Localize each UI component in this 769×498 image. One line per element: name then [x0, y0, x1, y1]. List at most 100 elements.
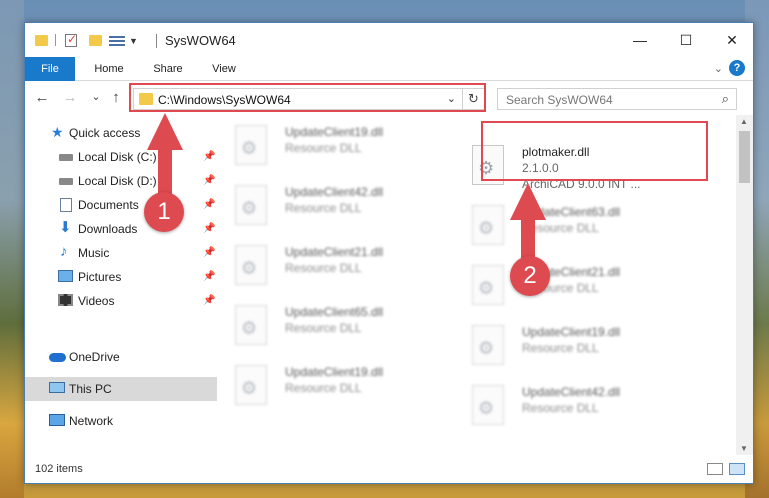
pictures-icon — [58, 270, 73, 282]
sidebar-item-label: This PC — [69, 382, 112, 396]
network-icon — [49, 414, 65, 426]
pin-icon[interactable]: 📌 — [203, 265, 215, 289]
up-button[interactable]: ↑ — [107, 89, 125, 106]
navigation-pane: ★ Quick access Local Disk (C:) 📌 Local D… — [25, 115, 217, 455]
ribbon-tabs: File Home Share View ⌄ ? — [25, 57, 753, 81]
maximize-button[interactable]: ☐ — [663, 27, 709, 53]
file-type: Resource DLL — [522, 221, 599, 235]
download-icon: ⬇ — [59, 219, 72, 236]
title-bar: ▼ SysWOW64 — ☐ ✕ — [25, 23, 753, 57]
tab-home[interactable]: Home — [83, 57, 135, 81]
dll-file-icon — [235, 365, 267, 405]
sidebar-item-quick-access[interactable]: ★ Quick access — [25, 121, 217, 145]
sidebar-item-pictures[interactable]: Pictures 📌 — [25, 265, 217, 289]
file-type: Resource DLL — [522, 341, 599, 355]
tab-view[interactable]: View — [201, 57, 247, 81]
dll-file-icon — [235, 125, 267, 165]
file-name: UpdateClient42.dll — [522, 385, 621, 399]
pin-icon[interactable]: 📌 — [203, 289, 215, 313]
file-item[interactable]: UpdateClient21.dll Resource DLL — [464, 261, 694, 311]
sidebar-item-music[interactable]: ♪ Music 📌 — [25, 241, 217, 265]
file-type: Resource DLL — [285, 201, 362, 215]
step-1-badge: 1 — [144, 192, 184, 232]
sidebar-item-onedrive[interactable]: OneDrive — [25, 345, 217, 369]
address-bar-highlight — [129, 83, 486, 112]
large-icons-view-icon[interactable] — [729, 463, 745, 475]
file-name: UpdateClient21.dll — [285, 245, 384, 259]
cloud-icon — [49, 353, 66, 362]
back-button[interactable]: ← — [33, 89, 51, 106]
file-item[interactable]: UpdateClient42.dll Resource DLL — [227, 181, 457, 231]
file-name: UpdateClient19.dll — [522, 325, 621, 339]
minimize-button[interactable]: — — [617, 27, 663, 53]
file-name: UpdateClient19.dll — [285, 365, 384, 379]
help-icon[interactable]: ? — [729, 60, 745, 76]
toolbar-separator — [55, 34, 56, 46]
file-item[interactable]: UpdateClient19.dll Resource DLL — [227, 121, 457, 171]
status-bar: 102 items — [25, 455, 753, 483]
vertical-scrollbar[interactable]: ▲ ▼ — [736, 115, 753, 455]
scroll-thumb[interactable] — [739, 131, 750, 183]
pin-icon[interactable]: 📌 — [203, 217, 215, 241]
file-item[interactable]: UpdateClient19.dll Resource DLL — [227, 361, 457, 411]
dll-file-icon — [235, 245, 267, 285]
document-icon — [60, 198, 72, 212]
customize-toolbar-icon[interactable] — [109, 34, 125, 46]
sidebar-item-network[interactable]: Network — [25, 409, 217, 433]
expand-ribbon-icon[interactable]: ⌄ — [714, 62, 723, 75]
sidebar-item-downloads[interactable]: ⬇ Downloads 📌 — [25, 217, 217, 241]
file-item[interactable]: UpdateClient19.dll Resource DLL — [464, 321, 694, 371]
file-type: Resource DLL — [522, 401, 599, 415]
quick-access-dropdown-icon[interactable]: ▼ — [129, 36, 138, 50]
file-type: Resource DLL — [285, 141, 362, 155]
sidebar-item-local-disk-c[interactable]: Local Disk (C:) 📌 — [25, 145, 217, 169]
new-folder-icon[interactable] — [89, 35, 102, 46]
forward-button[interactable]: → — [61, 89, 79, 106]
recent-locations-button[interactable]: ⌄ — [87, 90, 105, 103]
pin-icon[interactable]: 📌 — [203, 145, 215, 169]
drive-icon — [59, 178, 73, 185]
tab-share[interactable]: Share — [143, 57, 193, 81]
desktop-background-left — [0, 0, 24, 498]
pin-icon[interactable]: 📌 — [203, 169, 215, 193]
star-icon: ★ — [51, 124, 64, 140]
dll-file-icon — [472, 265, 504, 305]
sidebar-item-documents[interactable]: Documents 📌 — [25, 193, 217, 217]
dll-file-icon — [235, 305, 267, 345]
sidebar-item-videos[interactable]: Videos 📌 — [25, 289, 217, 313]
scroll-up-icon[interactable]: ▲ — [740, 117, 748, 126]
dll-file-icon — [472, 385, 504, 425]
file-item[interactable]: UpdateClient63.dll Resource DLL — [464, 201, 694, 251]
sidebar-item-label: Documents — [78, 198, 139, 212]
file-type: Resource DLL — [285, 321, 362, 335]
details-view-icon[interactable] — [707, 463, 723, 475]
title-separator — [156, 34, 157, 48]
pin-icon[interactable]: 📌 — [203, 241, 215, 265]
drive-icon — [59, 154, 73, 161]
close-button[interactable]: ✕ — [709, 27, 755, 53]
file-name: UpdateClient65.dll — [285, 305, 384, 319]
file-item[interactable]: UpdateClient21.dll Resource DLL — [227, 241, 457, 291]
file-name: UpdateClient42.dll — [285, 185, 384, 199]
sidebar-item-label: Network — [69, 414, 114, 428]
file-name: UpdateClient19.dll — [285, 125, 384, 139]
sidebar-item-label: Local Disk (D:) — [78, 174, 157, 188]
file-type: Resource DLL — [285, 381, 362, 395]
search-box[interactable]: Search SysWOW64 ⌕ — [497, 88, 737, 110]
pin-icon[interactable]: 📌 — [203, 193, 215, 217]
scroll-down-icon[interactable]: ▼ — [740, 444, 748, 453]
search-input[interactable]: Search SysWOW64 — [506, 93, 613, 107]
sidebar-item-local-disk-d[interactable]: Local Disk (D:) 📌 — [25, 169, 217, 193]
file-item[interactable]: UpdateClient65.dll Resource DLL — [227, 301, 457, 351]
window-title: SysWOW64 — [165, 33, 236, 48]
sidebar-item-label: Quick access — [69, 126, 141, 140]
search-icon[interactable]: ⌕ — [722, 91, 729, 107]
file-item[interactable]: UpdateClient42.dll Resource DLL — [464, 381, 694, 431]
properties-check-icon[interactable] — [65, 32, 77, 47]
music-icon: ♪ — [60, 243, 68, 260]
tab-file[interactable]: File — [25, 57, 75, 81]
computer-icon — [49, 382, 65, 393]
sidebar-item-this-pc[interactable]: This PC — [25, 377, 217, 401]
sidebar-item-label: OneDrive — [69, 350, 120, 364]
file-highlight — [481, 121, 708, 181]
